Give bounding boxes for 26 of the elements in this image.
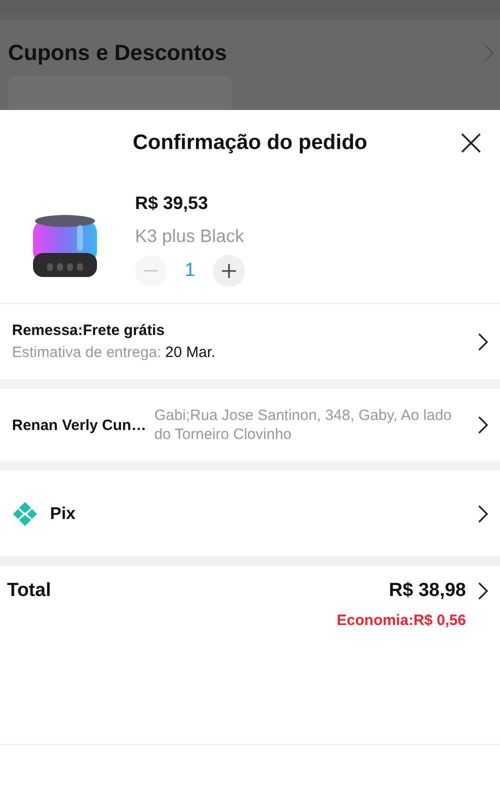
sheet-title: Confirmação do pedido (132, 130, 368, 154)
chevron-right-icon (478, 332, 488, 350)
address-text: Gabi;Rua Jose Santinon, 348, Gaby, Ao lado do Torneiro Clovinho (154, 406, 453, 444)
delivery-date: 20 Mar. (165, 344, 216, 361)
product-price: R$ 39,53 (135, 193, 210, 214)
plus-icon (222, 264, 236, 278)
chevron-right-icon (478, 504, 488, 522)
payment-row[interactable]: Pix (0, 471, 500, 556)
address-row[interactable]: Renan Verly Cun… Gabi;Rua Jose Santinon, 348, Gaby, Ao lado do Torneiro Clovinho (0, 389, 500, 461)
diamond-icon (12, 500, 38, 526)
section-title: Cupons e Descontos (8, 40, 227, 66)
shipping-row[interactable]: Remessa:Frete grátis Estimativa de entrega: 20 Mar. (0, 304, 500, 379)
increase-button[interactable] (213, 255, 245, 287)
recipient-name: Renan Verly Cun… (12, 416, 146, 434)
estimate-label: Estimativa de entrega: (12, 344, 162, 361)
payment-method: Pix (50, 504, 76, 524)
product-variant: K3 plus Black (135, 226, 245, 247)
shipping-label: Remessa:Frete grátis (12, 322, 166, 339)
quantity-value: 1 (184, 260, 196, 282)
minus-icon (144, 270, 158, 272)
savings-text: Economia:R$ 0,56 (336, 612, 466, 629)
total-label: Total (7, 580, 51, 602)
chevron-right-icon (478, 582, 488, 600)
total-amount: R$ 38,98 (388, 580, 466, 602)
close-icon[interactable] (460, 132, 482, 154)
chevron-right-icon (478, 416, 488, 434)
